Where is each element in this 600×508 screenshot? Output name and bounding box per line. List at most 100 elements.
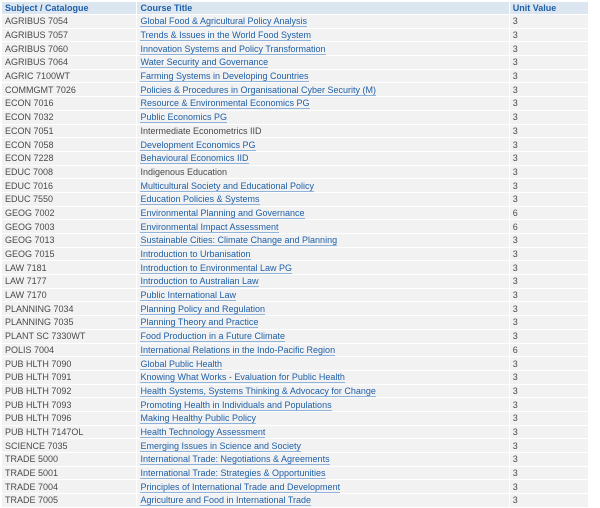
course-title-link[interactable]: International Trade: Strategies & Opport… — [140, 468, 326, 480]
header-unit-value: Unit Value — [509, 2, 588, 14]
course-title-link[interactable]: Farming Systems in Developing Countries — [140, 71, 309, 83]
subject-catalogue-cell: AGRIBUS 7054 — [2, 15, 137, 28]
table-row: POLIS 7004 International Relations in the… — [2, 343, 588, 357]
course-title-cell: Promoting Health in Individuals and Popu… — [137, 398, 509, 411]
unit-value-cell: 3 — [509, 425, 588, 439]
table-row: PUB HLTH 7093 Promoting Health in Individ… — [2, 398, 588, 411]
course-title-link[interactable]: Behavioural Economics IID — [140, 153, 249, 165]
unit-value-cell: 6 — [509, 220, 588, 233]
course-title-link[interactable]: Principles of International Trade and De… — [140, 481, 341, 493]
unit-value-cell: 3 — [509, 480, 588, 494]
unit-value-cell: 3 — [509, 384, 588, 398]
course-title-link[interactable]: Emerging Issues in Science and Society — [140, 440, 302, 452]
course-title-link[interactable]: Promoting Health in Individuals and Popu… — [140, 399, 332, 411]
course-title-link[interactable]: Public International Law — [140, 290, 237, 302]
course-title-cell: Health Systems, Systems Thinking & Advoc… — [137, 384, 509, 398]
course-title-cell: Introduction to Environmental Law PG — [137, 261, 509, 275]
subject-catalogue-cell: SCIENCE 7035 — [2, 439, 137, 452]
course-title-link[interactable]: Multicultural Society and Educational Po… — [140, 180, 315, 192]
course-title-cell: Multicultural Society and Educational Po… — [137, 179, 509, 192]
subject-catalogue-cell: LAW 7181 — [2, 261, 137, 275]
course-title-link[interactable]: Health Systems, Systems Thinking & Advoc… — [140, 385, 376, 397]
course-title-link[interactable]: Planning Theory and Practice — [140, 317, 259, 329]
unit-value-cell: 3 — [509, 357, 588, 370]
course-title-link[interactable]: Planning Policy and Regulation — [140, 303, 266, 315]
table-row: COMMGMT 7026 Policies & Procedures in Org… — [2, 83, 588, 97]
unit-value-cell: 3 — [509, 370, 588, 384]
unit-value-cell: 3 — [509, 192, 588, 206]
subject-catalogue-cell: AGRIBUS 7064 — [2, 56, 137, 69]
course-title-link[interactable]: Global Food & Agricultural Policy Analys… — [140, 16, 308, 28]
unit-value-cell: 3 — [509, 15, 588, 28]
subject-catalogue-cell: AGRIC 7100WT — [2, 69, 137, 83]
course-title-cell: Resource & Environmental Economics PG — [137, 97, 509, 110]
subject-catalogue-cell: PLANNING 7035 — [2, 316, 137, 329]
course-table-body: AGRIBUS 7054 Global Food & Agricultural P… — [2, 15, 588, 507]
course-title-link[interactable]: Environmental Impact Assessment — [140, 221, 279, 233]
course-title-link[interactable]: Introduction to Environmental Law PG — [140, 262, 293, 274]
course-title-link[interactable]: Global Public Health — [140, 358, 222, 370]
course-title-link[interactable]: Agriculture and Food in International Tr… — [140, 495, 312, 507]
course-title-link[interactable]: Food Production in a Future Climate — [140, 331, 286, 343]
course-title-link[interactable]: Trends & Issues in the World Food System — [140, 30, 312, 42]
course-title-link[interactable]: Resource & Environmental Economics PG — [140, 98, 310, 110]
course-title-cell: Introduction to Australian Law — [137, 275, 509, 288]
course-table-header: Subject / Catalogue Course Title Unit Va… — [2, 2, 588, 14]
course-title-cell: Policies & Procedures in Organisational … — [137, 83, 509, 97]
course-title-cell: Innovation Systems and Policy Transforma… — [137, 42, 509, 56]
table-row: PUB HLTH 7096 Making Healthy Public Polic… — [2, 411, 588, 425]
course-title-cell: Introduction to Urbanisation — [137, 247, 509, 261]
table-row: EDUC 7016 Multicultural Society and Educa… — [2, 179, 588, 192]
course-title-link[interactable]: Introduction to Australian Law — [140, 276, 259, 288]
course-title-link[interactable]: Water Security and Governance — [140, 57, 269, 69]
course-title-cell: Environmental Impact Assessment — [137, 220, 509, 233]
course-title-cell: Environmental Planning and Governance — [137, 206, 509, 220]
subject-catalogue-cell: GEOG 7003 — [2, 220, 137, 233]
course-title-link[interactable]: Making Healthy Public Policy — [140, 413, 257, 425]
unit-value-cell: 3 — [509, 97, 588, 110]
course-title-link[interactable]: Sustainable Cities: Climate Change and P… — [140, 235, 338, 247]
table-row: AGRIBUS 7064 Water Security and Governanc… — [2, 56, 588, 69]
course-title-link[interactable]: Introduction to Urbanisation — [140, 249, 251, 261]
subject-catalogue-cell: ECON 7032 — [2, 110, 137, 124]
table-row: ECON 7228 Behavioural Economics IID 3 — [2, 151, 588, 165]
course-title-link[interactable]: Education Policies & Systems — [140, 194, 260, 206]
course-list-container: Subject / Catalogue Course Title Unit Va… — [0, 0, 600, 508]
unit-value-cell: 3 — [509, 247, 588, 261]
course-title-link[interactable]: International Trade: Negotiations & Agre… — [140, 454, 330, 466]
table-row: ECON 7058 Development Economics PG 3 — [2, 138, 588, 151]
subject-catalogue-cell: PUB HLTH 7090 — [2, 357, 137, 370]
course-title-cell: Knowing What Works - Evaluation for Publ… — [137, 370, 509, 384]
unit-value-cell: 3 — [509, 302, 588, 316]
unit-value-cell: 3 — [509, 124, 588, 138]
course-title-cell: Principles of International Trade and De… — [137, 480, 509, 494]
subject-catalogue-cell: PUB HLTH 7096 — [2, 411, 137, 425]
unit-value-cell: 3 — [509, 165, 588, 179]
unit-value-cell: 3 — [509, 110, 588, 124]
course-title-link[interactable]: Health Technology Assessment — [140, 426, 266, 438]
course-title-cell: Planning Policy and Regulation — [137, 302, 509, 316]
course-title-link[interactable]: International Relations in the Indo-Paci… — [140, 344, 336, 356]
subject-catalogue-cell: EDUC 7550 — [2, 192, 137, 206]
course-title-cell: Emerging Issues in Science and Society — [137, 439, 509, 452]
subject-catalogue-cell: AGRIBUS 7057 — [2, 28, 137, 42]
course-title-cell: Trends & Issues in the World Food System — [137, 28, 509, 42]
subject-catalogue-cell: LAW 7177 — [2, 275, 137, 288]
course-title-cell: Agriculture and Food in International Tr… — [137, 494, 509, 507]
unit-value-cell: 3 — [509, 56, 588, 69]
table-row: PLANNING 7034 Planning Policy and Regulat… — [2, 302, 588, 316]
course-title-link[interactable]: Development Economics PG — [140, 139, 256, 151]
table-row: EDUC 7008 Indigenous Education 3 — [2, 165, 588, 179]
table-row: PLANNING 7035 Planning Theory and Practic… — [2, 316, 588, 329]
subject-catalogue-cell: TRADE 5000 — [2, 453, 137, 466]
subject-catalogue-cell: TRADE 7005 — [2, 494, 137, 507]
course-title-link[interactable]: Knowing What Works - Evaluation for Publ… — [140, 372, 345, 384]
course-title-link[interactable]: Environmental Planning and Governance — [140, 207, 305, 219]
course-title-link[interactable]: Innovation Systems and Policy Transforma… — [140, 43, 326, 55]
subject-catalogue-cell: GEOG 7015 — [2, 247, 137, 261]
course-title-link[interactable]: Policies & Procedures in Organisational … — [140, 84, 377, 96]
table-row: LAW 7170 Public International Law 3 — [2, 288, 588, 302]
course-title-cell: Food Production in a Future Climate — [137, 329, 509, 343]
table-row: GEOG 7003 Environmental Impact Assessment… — [2, 220, 588, 233]
course-title-link[interactable]: Public Economics PG — [140, 112, 227, 124]
